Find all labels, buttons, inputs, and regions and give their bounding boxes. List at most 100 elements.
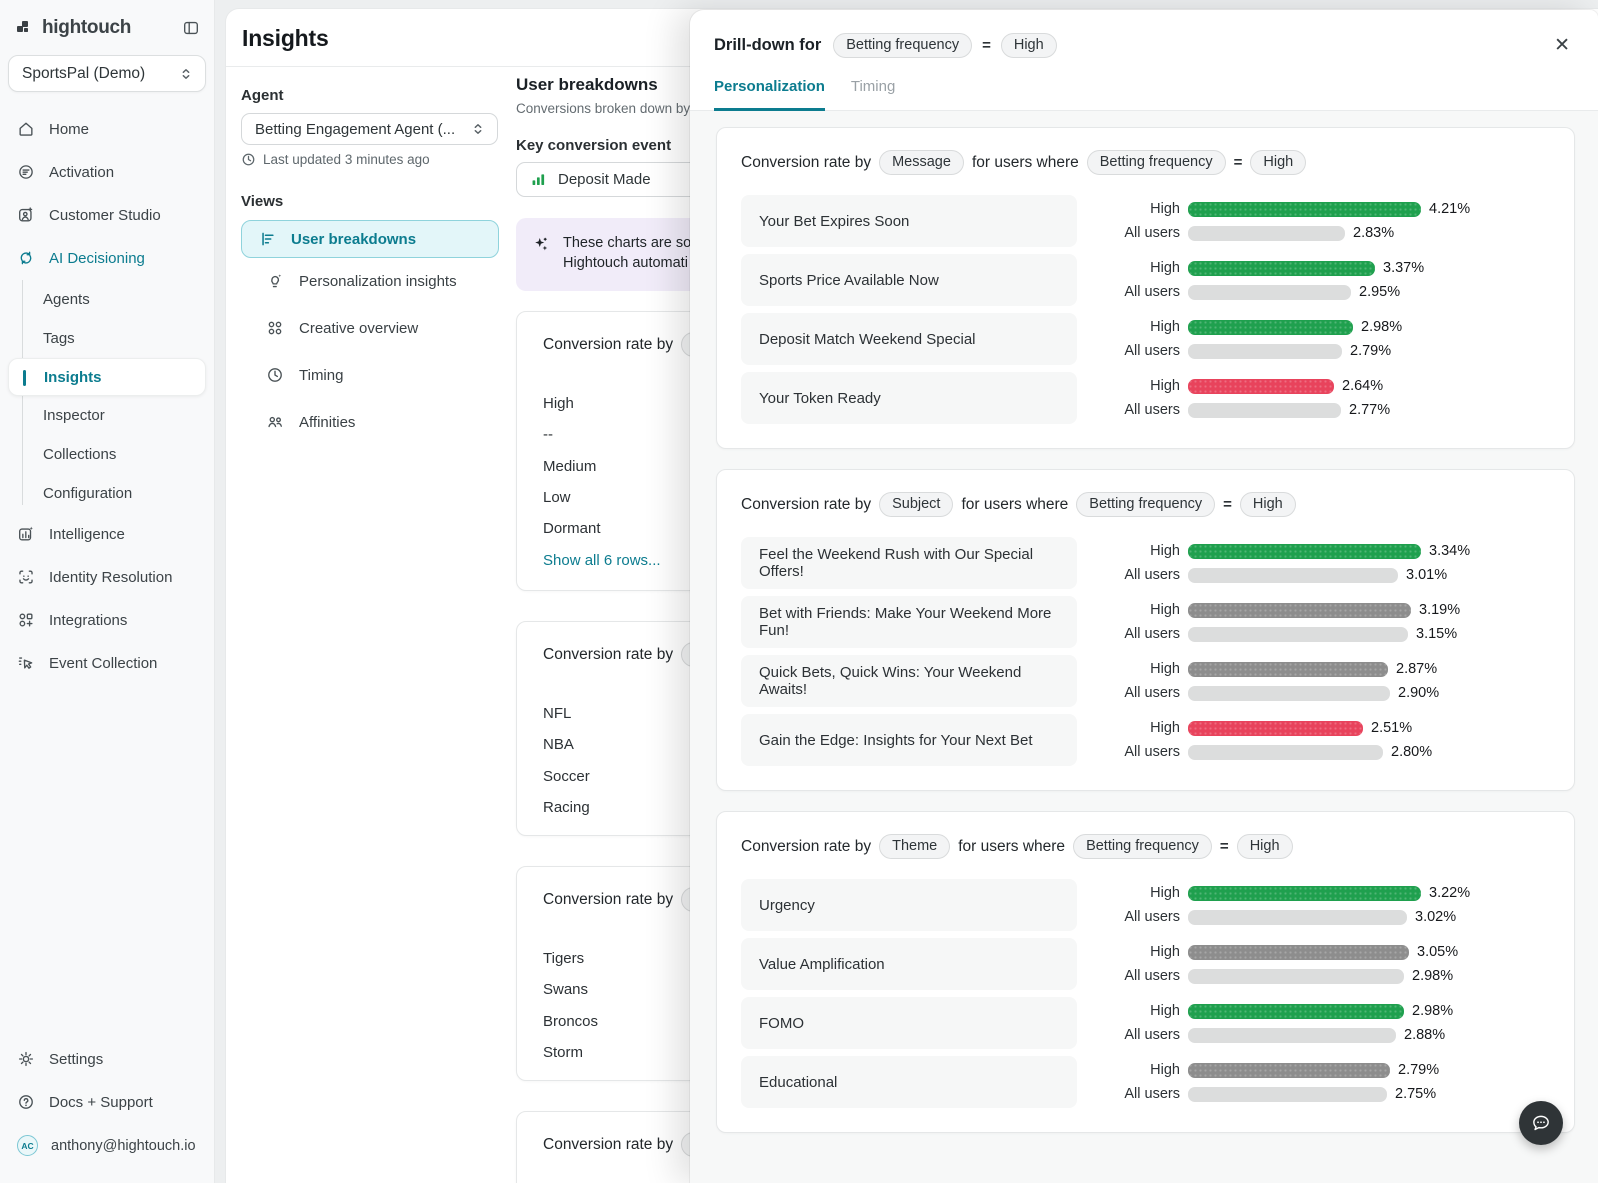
bar-value: 2.64% [1342,378,1383,394]
sidebar-item-label: Intelligence [49,526,125,543]
bar-value: 2.87% [1396,661,1437,677]
bar [1188,379,1334,394]
banner-line1: These charts are so [563,233,691,253]
lightbulb-icon [266,272,285,291]
bar [1188,403,1341,418]
view-item-affinities[interactable]: Affinities [241,399,499,446]
sidebar-nav: Home Activation Customer Studio AI Decision… [0,108,214,685]
sidebar-item-integrations[interactable]: Integrations [0,599,214,642]
bar-series-label: All users [1110,1027,1180,1043]
workspace-name: SportsPal (Demo) [22,65,145,83]
sidebar-item-home[interactable]: Home [0,108,214,151]
bar-value: 2.79% [1398,1062,1439,1078]
bar-value: 3.01% [1406,567,1447,583]
chart-row: FOMOHigh2.98%All users2.88% [741,997,1550,1049]
tab-timing[interactable]: Timing [851,78,895,111]
bar-value: 3.15% [1416,626,1457,642]
drilldown-tabs: Personalization Timing [690,58,1598,111]
card-title: Conversion rate by [741,154,871,172]
bar [1188,568,1398,583]
clock-icon [241,152,256,167]
agent-select[interactable]: Betting Engagement Agent (... [241,113,498,145]
bar-value: 2.90% [1398,685,1439,701]
card-title: Conversion rate by [543,891,673,909]
sidebar-item-configuration[interactable]: Configuration [0,474,214,513]
bar-value: 2.80% [1391,744,1432,760]
sidebar-item-customer-studio[interactable]: Customer Studio [0,194,214,237]
view-item-label: Affinities [299,414,355,431]
view-item-timing[interactable]: Timing [241,352,499,399]
view-item-label: User breakdowns [291,231,416,248]
bar-series-label: All users [1110,402,1180,418]
dimension-pill[interactable]: Theme [879,834,950,859]
dimension-pill[interactable]: Message [879,150,964,175]
sidebar-item-inspector[interactable]: Inspector [0,396,214,435]
tab-personalization[interactable]: Personalization [714,78,825,111]
drilldown-title: Drill-down for [714,36,821,55]
bar [1188,603,1411,618]
sidebar-item-activation[interactable]: Activation [0,151,214,194]
grid-icon [266,319,285,338]
view-item-creative-overview[interactable]: Creative overview [241,305,499,352]
bar [1188,285,1351,300]
sidebar-item-label: AI Decisioning [49,250,145,267]
sidebar-item-label: Event Collection [49,655,157,672]
sidebar-item-identity-resolution[interactable]: Identity Resolution [0,556,214,599]
row-label: Quick Bets, Quick Wins: Your Weekend Awa… [741,655,1077,707]
last-updated: Last updated 3 minutes ago [241,152,430,167]
sidebar-item-anthony-hightouch-io[interactable]: ACanthony@hightouch.io [0,1124,214,1167]
sidebar-item-label: Insights [44,369,102,386]
identity-resolution-icon [17,568,36,587]
sidebar-item-label: Customer Studio [49,207,161,224]
sidebar-item-docs-support[interactable]: Docs + Support [0,1081,214,1124]
view-item-label: Timing [299,367,343,384]
sidebar-item-intelligence[interactable]: Intelligence [0,513,214,556]
sidebar: hightouch SportsPal (Demo) Home Activatio… [0,0,215,1183]
bar-series-label: High [1110,720,1180,736]
sidebar-collapse-icon[interactable] [182,19,200,37]
sidebar-item-tags[interactable]: Tags [0,319,214,358]
bar-series-label: All users [1110,284,1180,300]
chat-icon [1530,1112,1552,1134]
view-item-personalization-insights[interactable]: Personalization insights [241,258,499,305]
sidebar-item-agents[interactable]: Agents [0,280,214,319]
bar-value: 2.95% [1359,284,1400,300]
row-label: Urgency [741,879,1077,931]
bar [1188,721,1363,736]
bar-value: 2.98% [1412,1003,1453,1019]
filter-field-pill: Betting frequency [1076,492,1215,517]
row-label: Value Amplification [741,938,1077,990]
gear-icon [17,1050,36,1069]
funnel-icon [259,230,277,248]
close-icon[interactable]: ✕ [1554,36,1570,55]
bar-series-label: High [1110,661,1180,677]
view-item-user-breakdowns[interactable]: User breakdowns [241,220,499,258]
logo-text: hightouch [42,17,131,39]
drilldown-content: Conversion rate byMessagefor users where… [690,111,1598,1183]
sidebar-item-event-collection[interactable]: Event Collection [0,642,214,685]
row-label: Bet with Friends: Make Your Weekend More… [741,596,1077,648]
filter-value-pill: High [1240,492,1296,517]
home-icon [17,120,36,139]
event-collection-icon [17,654,36,673]
banner-line2: Hightouch automati [563,253,691,273]
sidebar-item-collections[interactable]: Collections [0,435,214,474]
bar [1188,344,1342,359]
conversion-card-message: Conversion rate byMessagefor users where… [716,127,1575,449]
bar [1188,745,1383,760]
sidebar-item-label: Agents [43,291,90,308]
sidebar-item-label: Activation [49,164,114,181]
sidebar-item-label: Inspector [43,407,105,424]
bar-series-label: All users [1110,744,1180,760]
bar [1188,320,1353,335]
breakdown-heading: User breakdowns [516,75,658,95]
sidebar-item-insights[interactable]: Insights [8,358,206,396]
bar-series-label: High [1110,260,1180,276]
sidebar-item-ai-decisioning[interactable]: AI Decisioning [0,237,214,280]
workspace-selector[interactable]: SportsPal (Demo) [8,55,206,92]
dimension-pill[interactable]: Subject [879,492,953,517]
sidebar-item-settings[interactable]: Settings [0,1038,214,1081]
chat-button[interactable] [1519,1101,1563,1145]
chart-row: Gain the Edge: Insights for Your Next Be… [741,714,1550,766]
sidebar-item-label: Identity Resolution [49,569,172,586]
